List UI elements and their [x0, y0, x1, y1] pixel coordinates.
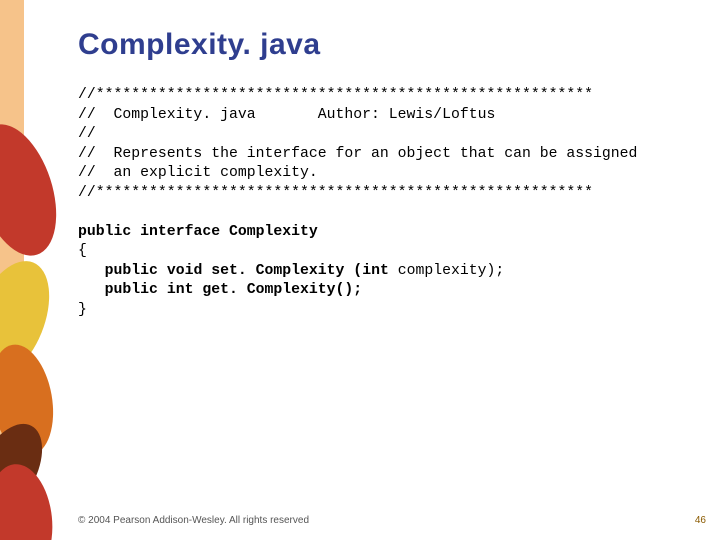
keyword-int: int [362, 263, 389, 279]
identifier-class: Complexity [229, 224, 318, 240]
slide-title: Complexity. java [78, 28, 700, 62]
code-line: //**************************************… [78, 185, 593, 201]
keyword-public: public [105, 263, 158, 279]
autumn-leaves-decor [0, 0, 60, 540]
method-set-tail: complexity); [389, 263, 504, 279]
code-line: // Complexity. java Author: Lewis/Loftus [78, 107, 495, 123]
slide-content: Complexity. java //*********************… [78, 28, 700, 320]
indent [78, 282, 105, 298]
keyword-void: void [167, 263, 203, 279]
brace-open: { [78, 243, 87, 259]
keyword-public: public [105, 282, 158, 298]
method-get: get. Complexity(); [202, 282, 362, 298]
code-line: //**************************************… [78, 87, 593, 103]
copyright-footer: © 2004 Pearson Addison-Wesley. All right… [78, 515, 309, 526]
code-line: // Represents the interface for an objec… [78, 146, 637, 162]
code-line: // an explicit complexity. [78, 165, 318, 181]
keyword-interface: interface [140, 224, 220, 240]
method-set: set. Complexity ( [211, 263, 362, 279]
keyword-public: public [78, 224, 131, 240]
indent [78, 263, 105, 279]
brace-close: } [78, 302, 87, 318]
page-number: 46 [695, 515, 706, 526]
code-block: //**************************************… [78, 86, 700, 320]
code-line: // [78, 126, 96, 142]
keyword-int: int [167, 282, 194, 298]
